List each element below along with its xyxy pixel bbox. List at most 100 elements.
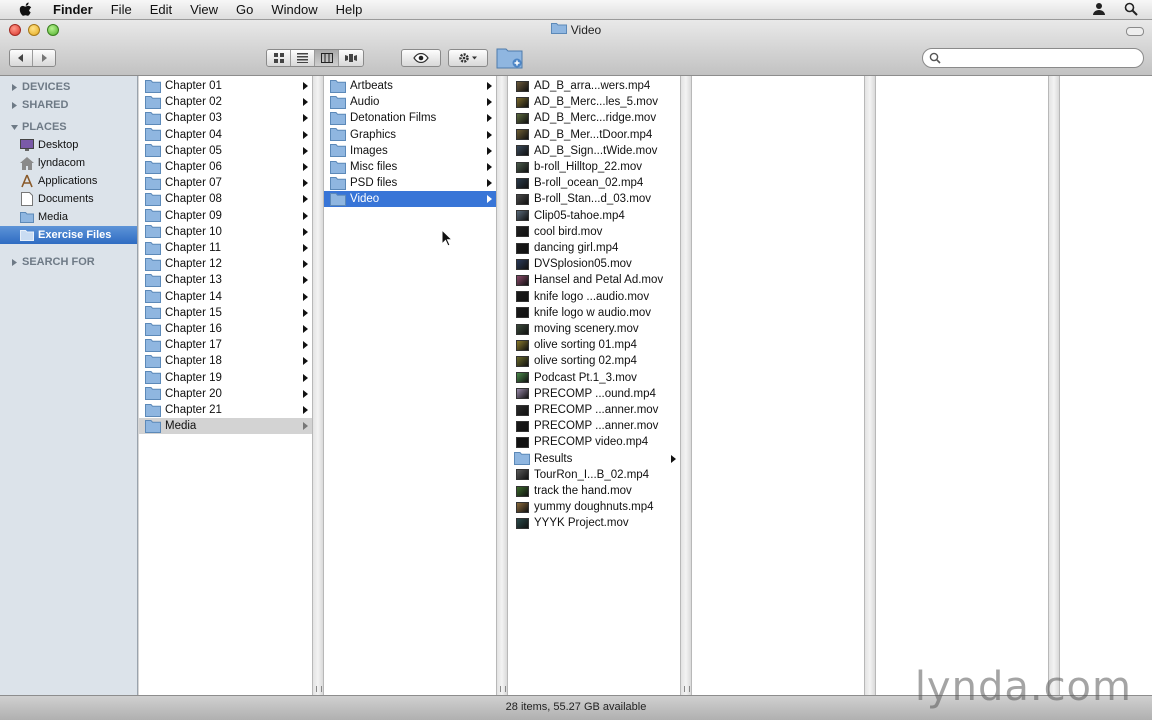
file-row[interactable]: DVSplosion05.mov [508,256,680,272]
folder-row[interactable]: Images [324,143,496,159]
folder-row[interactable]: Results [508,451,680,467]
sidebar-item-documents[interactable]: Documents [0,190,137,208]
menu-file[interactable]: File [102,0,141,20]
column-resize-handle[interactable] [312,76,324,695]
file-row[interactable]: dancing girl.mp4 [508,240,680,256]
folder-row[interactable]: Chapter 15 [139,305,312,321]
folder-row[interactable]: Chapter 02 [139,94,312,110]
forward-button[interactable] [33,50,55,66]
file-row[interactable]: B-roll_ocean_02.mp4 [508,175,680,191]
menu-window[interactable]: Window [262,0,326,20]
sidebar-section-search-for[interactable]: SEARCH FOR [11,256,95,268]
file-row[interactable]: b-roll_Hilltop_22.mov [508,159,680,175]
quick-look-button[interactable] [401,49,441,67]
file-row[interactable]: PRECOMP ...ound.mp4 [508,386,680,402]
file-row[interactable]: cool bird.mov [508,224,680,240]
file-row[interactable]: TourRon_I...B_02.mp4 [508,467,680,483]
folder-row[interactable]: Chapter 20 [139,386,312,402]
file-row[interactable]: PRECOMP ...anner.mov [508,418,680,434]
file-row[interactable]: olive sorting 01.mp4 [508,337,680,353]
folder-row[interactable]: Artbeats [324,78,496,94]
spotlight-icon[interactable] [1124,2,1138,19]
file-row[interactable]: Clip05-tahoe.mp4 [508,208,680,224]
folder-row[interactable]: Chapter 13 [139,272,312,288]
sidebar-section-shared[interactable]: SHARED [11,99,68,111]
file-row[interactable]: Podcast Pt.1_3.mov [508,370,680,386]
file-row[interactable]: knife logo w audio.mov [508,305,680,321]
folder-row[interactable]: Chapter 21 [139,402,312,418]
video-file-icon [514,338,530,352]
file-row[interactable]: knife logo ...audio.mov [508,289,680,305]
folder-row[interactable]: Media [139,418,312,435]
folder-row[interactable]: Chapter 08 [139,191,312,207]
back-button[interactable] [10,50,33,66]
sidebar-item-lyndacom[interactable]: lyndacom [0,154,137,172]
menu-finder[interactable]: Finder [44,0,102,20]
window-title: Video [0,22,1152,37]
file-row[interactable]: olive sorting 02.mp4 [508,353,680,369]
sidebar-item-applications[interactable]: Applications [0,172,137,190]
file-row[interactable]: YYYK Project.mov [508,515,680,531]
folder-row[interactable]: PSD files [324,175,496,191]
folder-row[interactable]: Chapter 11 [139,240,312,256]
user-icon[interactable] [1092,2,1106,19]
menu-help[interactable]: Help [327,0,372,20]
file-row[interactable]: track the hand.mov [508,483,680,499]
folder-row[interactable]: Chapter 14 [139,289,312,305]
file-row[interactable]: PRECOMP video.mp4 [508,434,680,450]
menu-go[interactable]: Go [227,0,262,20]
menu-view[interactable]: View [181,0,227,20]
column-resize-handle[interactable] [680,76,692,695]
file-row[interactable]: B-roll_Stan...d_03.mov [508,191,680,207]
folder-icon [330,95,346,109]
folder-row[interactable]: Chapter 07 [139,175,312,191]
folder-row[interactable]: Chapter 04 [139,127,312,143]
column-resize-handle[interactable] [1048,76,1060,695]
icon-view-button[interactable] [267,50,291,66]
search-field[interactable] [922,48,1144,68]
folder-row[interactable]: Chapter 18 [139,353,312,369]
folder-row[interactable]: Chapter 03 [139,110,312,126]
folder-row[interactable]: Chapter 19 [139,370,312,386]
cover-flow-button[interactable] [339,50,363,66]
sidebar-section-places[interactable]: PLACES [11,121,67,133]
file-row[interactable]: moving scenery.mov [508,321,680,337]
list-view-button[interactable] [291,50,315,66]
file-row[interactable]: Hansel and Petal Ad.mov [508,272,680,288]
folder-row[interactable]: Chapter 16 [139,321,312,337]
file-row[interactable]: AD_B_Merc...les_5.mov [508,94,680,110]
folder-row[interactable]: Chapter 01 [139,78,312,94]
file-row[interactable]: yummy doughnuts.mp4 [508,499,680,515]
folder-row[interactable]: Detonation Films [324,110,496,126]
file-row[interactable]: AD_B_Mer...tDoor.mp4 [508,127,680,143]
sidebar-item-exercise-files[interactable]: Exercise Files [0,226,137,244]
folder-row[interactable]: Chapter 06 [139,159,312,175]
sidebar-item-media[interactable]: Media [0,208,137,226]
folder-row[interactable]: Graphics [324,127,496,143]
folder-row[interactable]: Video [324,191,496,208]
folder-row[interactable]: Chapter 10 [139,224,312,240]
column-resize-handle[interactable] [864,76,876,695]
action-menu-button[interactable] [448,49,488,67]
folder-row[interactable]: Audio [324,94,496,110]
folder-row[interactable]: Chapter 17 [139,337,312,353]
apple-menu-icon[interactable] [16,2,36,18]
toolbar-toggle-button[interactable] [1126,27,1144,36]
file-row[interactable]: AD_B_Merc...ridge.mov [508,110,680,126]
folder-name: Audio [350,96,380,109]
column-view-button[interactable] [315,50,339,66]
file-name: Clip05-tahoe.mp4 [534,209,625,222]
file-row[interactable]: AD_B_arra...wers.mp4 [508,78,680,94]
sidebar-section-devices[interactable]: DEVICES [11,81,70,93]
file-name: olive sorting 01.mp4 [534,339,637,352]
menu-edit[interactable]: Edit [141,0,181,20]
column-resize-handle[interactable] [496,76,508,695]
folder-row[interactable]: Chapter 09 [139,208,312,224]
file-row[interactable]: AD_B_Sign...tWide.mov [508,143,680,159]
file-row[interactable]: PRECOMP ...anner.mov [508,402,680,418]
folder-row[interactable]: Chapter 12 [139,256,312,272]
folder-row[interactable]: Chapter 05 [139,143,312,159]
folder-row[interactable]: Misc files [324,159,496,175]
new-folder-button[interactable] [495,46,525,70]
sidebar-item-desktop[interactable]: Desktop [0,136,137,154]
